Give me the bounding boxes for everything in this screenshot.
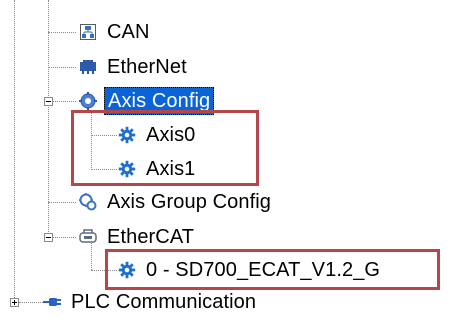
can-bus-icon: [78, 22, 98, 42]
gear-icon: [117, 260, 137, 280]
ethercat-collapse-toggle[interactable]: [44, 233, 53, 242]
tree-item-label: EtherCAT: [107, 226, 195, 248]
tree-line: [91, 169, 117, 170]
tree-line: [53, 237, 76, 238]
tree-line: [19, 302, 43, 303]
ethernet-icon: [78, 57, 98, 77]
tree-item-ethercat-slave-0[interactable]: 0 - SD700_ECAT_V1.2_G: [117, 255, 383, 285]
tree-item-can[interactable]: CAN: [78, 17, 153, 47]
project-tree: CAN EtherNet Axis Config Axis0 Axis1 Axi…: [0, 0, 458, 325]
tree-line: [53, 101, 76, 102]
tree-line: [48, 0, 49, 240]
tree-line: [48, 67, 76, 68]
gear-icon: [117, 125, 137, 145]
tree-item-label: 0 - SD700_ECAT_V1.2_G: [146, 259, 381, 281]
axis-group-config-icon: [78, 192, 98, 212]
tree-item-label: CAN: [107, 21, 150, 43]
axis-config-collapse-toggle[interactable]: [44, 97, 53, 106]
tree-line: [14, 0, 15, 302]
gear-icon: [117, 159, 137, 179]
tree-line: [76, 0, 166, 6]
tree-item-axis-config[interactable]: Axis Config: [78, 86, 215, 116]
tree-item-axis0[interactable]: Axis0: [117, 120, 198, 150]
tree-line: [91, 110, 92, 170]
tree-item-axis-group-config[interactable]: Axis Group Config: [78, 187, 274, 217]
plc-communication-expand-toggle[interactable]: [10, 298, 19, 307]
tree-line: [91, 270, 117, 271]
tree-item-plc-communication[interactable]: PLC Communication: [42, 287, 259, 317]
tree-item-ethercat[interactable]: EtherCAT: [78, 222, 197, 252]
tree-line: [48, 202, 76, 203]
tree-item-label: Axis Config: [104, 87, 215, 115]
plc-communication-icon: [42, 292, 62, 312]
tree-item-label: Axis Group Config: [107, 191, 271, 213]
ethercat-icon: [78, 227, 98, 247]
tree-item-label: EtherNet: [107, 56, 187, 78]
tree-item-label: Axis1: [146, 158, 196, 180]
tree-line: [91, 135, 117, 136]
tree-item-label: PLC Communication: [71, 291, 257, 313]
tree-item-ethernet[interactable]: EtherNet: [78, 52, 190, 82]
tree-item-label: Axis0: [146, 124, 196, 146]
tree-line: [48, 32, 76, 33]
axis-config-icon: [78, 91, 98, 111]
tree-item-axis1[interactable]: Axis1: [117, 154, 198, 184]
